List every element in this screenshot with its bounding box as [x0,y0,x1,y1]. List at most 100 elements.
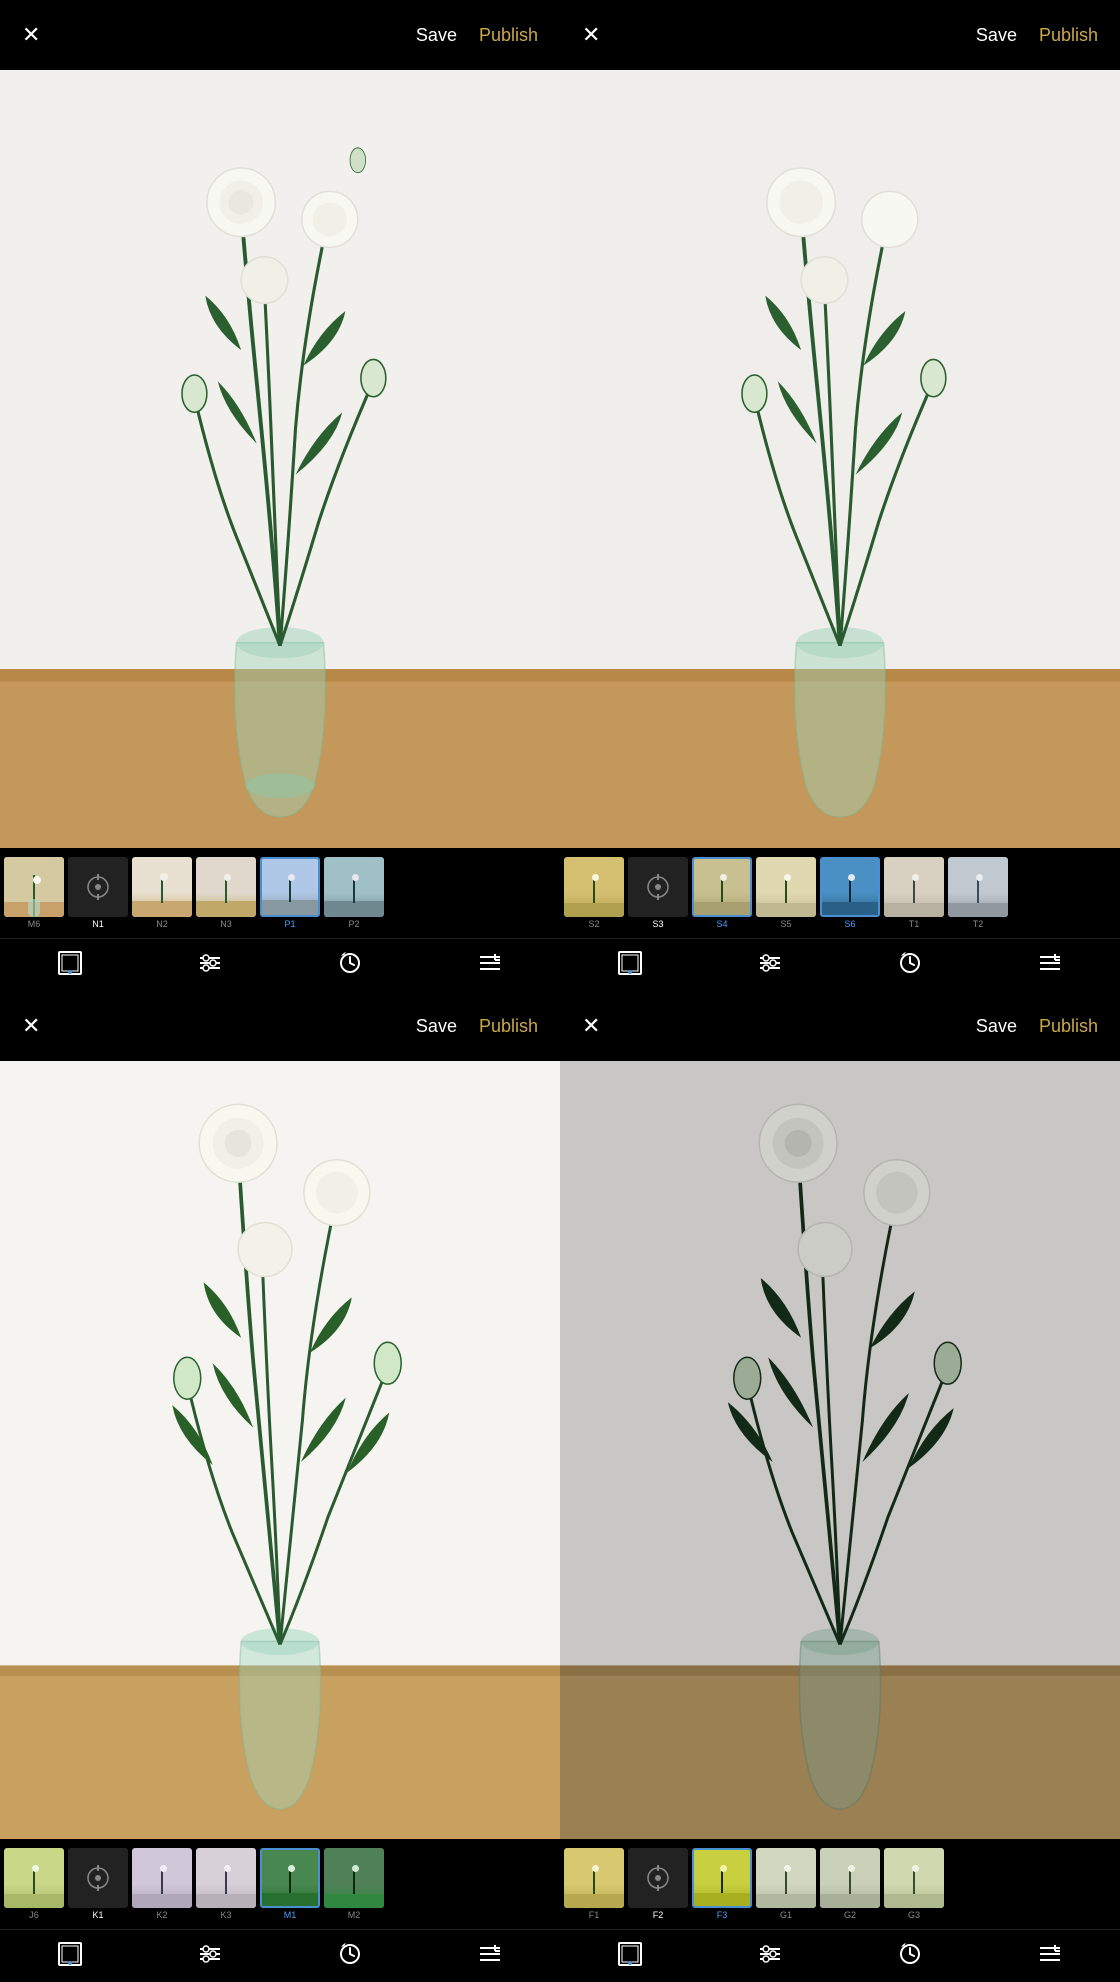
filter-thumb-s6 [820,857,880,917]
frame-icon-bl [56,1940,84,1968]
filter-item-n3[interactable]: N3 [196,857,256,929]
filter-thumb-f3 [692,1848,752,1908]
tool-frame-bl[interactable] [56,1940,84,1968]
filter-item-m1[interactable]: M1 [260,1848,320,1920]
filter-label-s4: S4 [716,919,727,929]
filter-item-s4[interactable]: S4 [692,857,752,929]
tool-adjust-bl[interactable] [196,1940,224,1968]
filter-item-p2[interactable]: P2 [324,857,384,929]
photo-area-bl [0,1061,560,1839]
filter-label-n2: N2 [156,919,168,929]
tool-frame-tl[interactable] [56,949,84,977]
tool-history-br[interactable] [896,1940,924,1968]
photo-area-tl [0,70,560,848]
close-button-bl[interactable]: ✕ [22,1013,40,1039]
history-icon-tr [896,949,924,977]
filter-item-k2[interactable]: K2 [132,1848,192,1920]
panel-top-right: ✕ Save Publish [560,0,1120,991]
filter-item-n2[interactable]: N2 [132,857,192,929]
filter-label-k1: K1 [92,1910,103,1920]
publish-button-tl[interactable]: Publish [479,25,538,46]
filter-item-f2[interactable]: F2 [628,1848,688,1920]
filter-thumb-k1 [68,1848,128,1908]
adjust-icon-f2 [643,1863,673,1893]
filter-thumb-m2 [324,1848,384,1908]
filter-item-k3[interactable]: K3 [196,1848,256,1920]
filter-item-m2[interactable]: M2 [324,1848,384,1920]
topbar-bl: ✕ Save Publish [0,991,560,1061]
presets-icon-tl [476,949,504,977]
publish-button-tr[interactable]: Publish [1039,25,1098,46]
tool-history-bl[interactable] [336,1940,364,1968]
toolbar-br [560,1929,1120,1982]
save-button-tr[interactable]: Save [976,25,1017,46]
presets-icon-tr [1036,949,1064,977]
save-button-bl[interactable]: Save [416,1016,457,1037]
filter-item-n1[interactable]: N1 [68,857,128,929]
filter-thumb-g2 [820,1848,880,1908]
save-button-br[interactable]: Save [976,1016,1017,1037]
filter-label-g1: G1 [780,1910,792,1920]
tool-history-tr[interactable] [896,949,924,977]
filter-thumb-f2 [628,1848,688,1908]
close-button-tl[interactable]: ✕ [22,22,40,48]
filter-item-f1[interactable]: F1 [564,1848,624,1920]
filter-label-t1: T1 [909,919,920,929]
filter-item-f3[interactable]: F3 [692,1848,752,1920]
tool-adjust-tr[interactable] [756,949,784,977]
filter-item-k1[interactable]: K1 [68,1848,128,1920]
presets-icon-br [1036,1940,1064,1968]
presets-icon-bl [476,1940,504,1968]
save-button-tl[interactable]: Save [416,25,457,46]
filter-thumb-n3 [196,857,256,917]
filter-strip-tl: M6 N1 [0,848,560,938]
toolbar-tl [0,938,560,991]
filter-label-s6: S6 [844,919,855,929]
filter-item-p1[interactable]: P1 [260,857,320,929]
filter-label-p1: P1 [284,919,295,929]
tool-history-tl[interactable] [336,949,364,977]
close-button-tr[interactable]: ✕ [582,22,600,48]
filter-label-m6: M6 [28,919,41,929]
filter-item-s6[interactable]: S6 [820,857,880,929]
tool-presets-bl[interactable] [476,1940,504,1968]
filter-thumb-m1 [260,1848,320,1908]
filter-item-g3[interactable]: G3 [884,1848,944,1920]
publish-button-br[interactable]: Publish [1039,1016,1098,1037]
filter-label-s5: S5 [780,919,791,929]
tool-presets-br[interactable] [1036,1940,1064,1968]
filter-item-s2[interactable]: S2 [564,857,624,929]
filter-item-t2[interactable]: T2 [948,857,1008,929]
tool-presets-tr[interactable] [1036,949,1064,977]
filter-label-s2: S2 [588,919,599,929]
topbar-right-bl: Save Publish [416,1016,538,1037]
tool-adjust-tl[interactable] [196,949,224,977]
filter-item-s3[interactable]: S3 [628,857,688,929]
toolbar-tr [560,938,1120,991]
history-icon-bl [336,1940,364,1968]
filter-thumb-s4 [692,857,752,917]
tool-frame-tr[interactable] [616,949,644,977]
filter-strip-br: F1 F2 [560,1839,1120,1929]
publish-button-bl[interactable]: Publish [479,1016,538,1037]
tool-presets-tl[interactable] [476,949,504,977]
filter-label-n1: N1 [92,919,104,929]
close-button-br[interactable]: ✕ [582,1013,600,1039]
tool-frame-br[interactable] [616,1940,644,1968]
filter-label-f3: F3 [717,1910,728,1920]
filter-label-p2: P2 [348,919,359,929]
filter-item-m6[interactable]: M6 [4,857,64,929]
filter-item-g1[interactable]: G1 [756,1848,816,1920]
filter-thumb-g3 [884,1848,944,1908]
filter-item-j6[interactable]: J6 [4,1848,64,1920]
filter-thumb-s2 [564,857,624,917]
tool-adjust-br[interactable] [756,1940,784,1968]
filter-item-t1[interactable]: T1 [884,857,944,929]
filter-strip-bl: J6 K1 [0,1839,560,1929]
filter-item-s5[interactable]: S5 [756,857,816,929]
filter-label-k3: K3 [220,1910,231,1920]
filter-thumb-n1 [68,857,128,917]
topbar-right-br: Save Publish [976,1016,1098,1037]
filter-thumb-p2 [324,857,384,917]
filter-item-g2[interactable]: G2 [820,1848,880,1920]
